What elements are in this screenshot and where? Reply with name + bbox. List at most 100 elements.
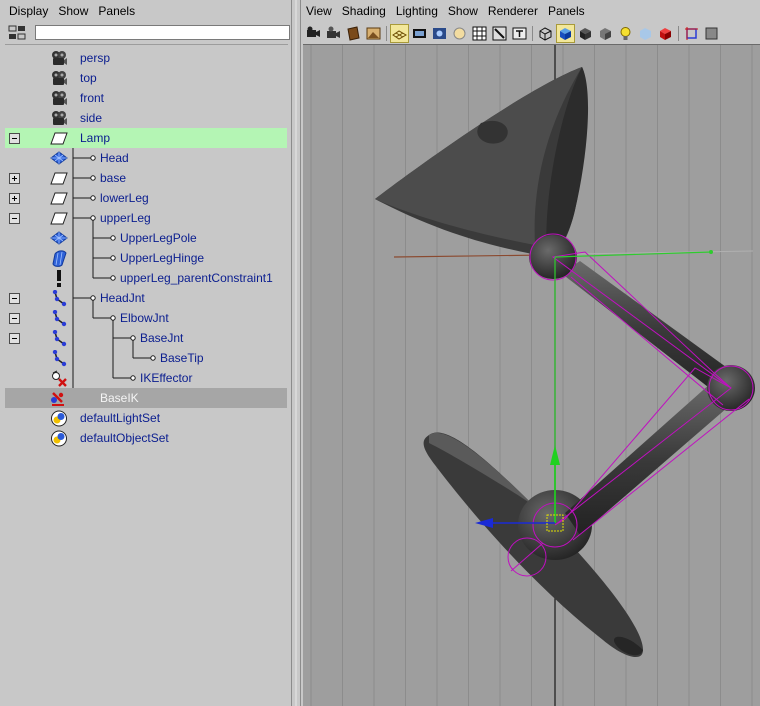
outliner-item-label: upperLeg	[100, 211, 151, 225]
smooth-shade-icon[interactable]	[556, 23, 575, 43]
wireframe-icon[interactable]	[536, 24, 555, 43]
outliner-tree: persp top front side Lamp Head base lowerLeg upp…	[5, 44, 288, 704]
panel-splitter[interactable]	[291, 0, 301, 706]
transform-icon	[50, 190, 68, 207]
outliner-item-label: defaultObjectSet	[80, 431, 169, 445]
menu-display[interactable]: Display	[4, 0, 53, 22]
bookmark-icon[interactable]	[344, 24, 363, 43]
wireframe-on-shaded-icon[interactable]	[576, 24, 595, 43]
lamp-head-shade	[375, 67, 589, 257]
outliner-item-Lamp[interactable]: Lamp	[5, 128, 287, 148]
collapse-icon[interactable]	[9, 313, 20, 324]
outliner-item-UpperLegHinge[interactable]: UpperLegHinge	[5, 248, 287, 268]
outliner-item-label: Head	[100, 151, 129, 165]
use-default-light-icon[interactable]	[616, 24, 635, 43]
collapse-icon[interactable]	[9, 293, 20, 304]
outliner-item-front[interactable]: front	[5, 88, 287, 108]
camera-icon	[50, 50, 68, 67]
resolution-gate-icon[interactable]	[430, 24, 449, 43]
outliner-item-label: upperLeg_parentConstraint1	[120, 271, 273, 285]
menu-lighting[interactable]: Lighting	[391, 0, 443, 22]
grid-icon[interactable]	[390, 23, 409, 43]
outliner-item-label: persp	[80, 51, 111, 65]
menu-view[interactable]: View	[301, 0, 337, 22]
viewport-toolbar	[304, 22, 760, 44]
outliner-item-BaseTip[interactable]: BaseTip	[5, 348, 287, 368]
viewport-scene	[310, 45, 755, 706]
gate-mask-icon[interactable]	[450, 24, 469, 43]
transform-icon	[50, 130, 68, 147]
outliner-item-label: front	[80, 91, 105, 105]
menu-panels-vp[interactable]: Panels	[543, 0, 590, 22]
constraint-icon	[50, 270, 68, 287]
menu-show-vp[interactable]: Show	[443, 0, 483, 22]
outliner-item-label: HeadJnt	[100, 291, 145, 305]
outliner-filter-input[interactable]	[35, 25, 290, 40]
menu-panels[interactable]: Panels	[93, 0, 140, 22]
ik-effector-icon	[50, 370, 68, 387]
lamp-lower-leg	[565, 383, 735, 535]
camera-attributes-icon[interactable]	[324, 24, 343, 43]
expand-icon[interactable]	[9, 193, 20, 204]
nurbs-surface-icon	[50, 150, 68, 167]
outliner-item-label: lowerLeg	[100, 191, 149, 205]
outliner-item-persp[interactable]: persp	[5, 48, 287, 68]
menu-renderer[interactable]: Renderer	[483, 0, 543, 22]
outliner-item-base[interactable]: base	[5, 168, 287, 188]
outliner-item-label: base	[100, 171, 127, 185]
nurbs-cylinder-icon	[50, 250, 68, 267]
collapse-icon[interactable]	[9, 133, 20, 144]
outliner-item-defaultLightSet[interactable]: defaultLightSet	[5, 408, 287, 428]
camera-icon	[50, 110, 68, 127]
outliner-item-BaseIK[interactable]: BaseIK	[5, 388, 287, 408]
shadows-icon[interactable]	[656, 24, 675, 43]
outliner-item-label: defaultLightSet	[80, 411, 161, 425]
outliner-item-UpperLegPole[interactable]: UpperLegPole	[5, 228, 287, 248]
joint-icon	[50, 289, 68, 307]
3d-viewport[interactable]	[303, 44, 760, 706]
outliner-item-label: UpperLegPole	[120, 231, 197, 245]
xray-icon[interactable]	[596, 24, 615, 43]
outliner-item-BaseJnt[interactable]: BaseJnt	[5, 328, 287, 348]
field-chart-icon[interactable]	[470, 24, 489, 43]
select-camera-icon[interactable]	[304, 24, 323, 43]
outliner-item-top[interactable]: top	[5, 68, 287, 88]
safe-action-icon[interactable]	[490, 24, 509, 43]
outliner-item-defaultObjectSet[interactable]: defaultObjectSet	[5, 428, 287, 448]
nurbs-surface-icon	[50, 230, 68, 247]
camera-icon	[50, 70, 68, 87]
image-plane-icon[interactable]	[364, 24, 383, 43]
film-gate-icon[interactable]	[410, 24, 429, 43]
viewport-menubar: View Shading Lighting Show Renderer Pane…	[301, 0, 760, 22]
joint-icon	[50, 309, 68, 327]
collapse-icon[interactable]	[9, 213, 20, 224]
filter-icon[interactable]	[8, 25, 26, 41]
menu-shading[interactable]: Shading	[337, 0, 391, 22]
outliner-item-label: top	[80, 71, 97, 85]
outliner-item-Head[interactable]: Head	[5, 148, 287, 168]
ik-handle-icon	[50, 390, 68, 407]
menu-show[interactable]: Show	[53, 0, 93, 22]
outliner-item-upperLeg[interactable]: upperLeg	[5, 208, 287, 228]
set-icon	[50, 410, 68, 427]
outliner-item-label: IKEffector	[140, 371, 193, 385]
outliner-item-label: BaseJnt	[140, 331, 184, 345]
outliner-item-HeadJnt[interactable]: HeadJnt	[5, 288, 287, 308]
outliner-item-IKEffector[interactable]: IKEffector	[5, 368, 287, 388]
outliner-item-ElbowJnt[interactable]: ElbowJnt	[5, 308, 287, 328]
outliner-item-lowerLeg[interactable]: lowerLeg	[5, 188, 287, 208]
outliner-filter-row	[4, 23, 290, 43]
isolate-select-icon[interactable]	[682, 24, 701, 43]
joint-icon	[50, 349, 68, 367]
textured-icon[interactable]	[636, 24, 655, 43]
outliner-menubar: Display Show Panels	[4, 0, 291, 22]
camera-icon	[50, 90, 68, 107]
xray-joints-icon[interactable]	[702, 24, 721, 43]
expand-icon[interactable]	[9, 173, 20, 184]
outliner-item-label: BaseIK	[100, 391, 139, 405]
outliner-item-upperLeg_parentConstraint1[interactable]: upperLeg_parentConstraint1	[5, 268, 287, 288]
safe-title-icon[interactable]	[510, 24, 529, 43]
collapse-icon[interactable]	[9, 333, 20, 344]
set-icon	[50, 430, 68, 447]
outliner-item-side[interactable]: side	[5, 108, 287, 128]
